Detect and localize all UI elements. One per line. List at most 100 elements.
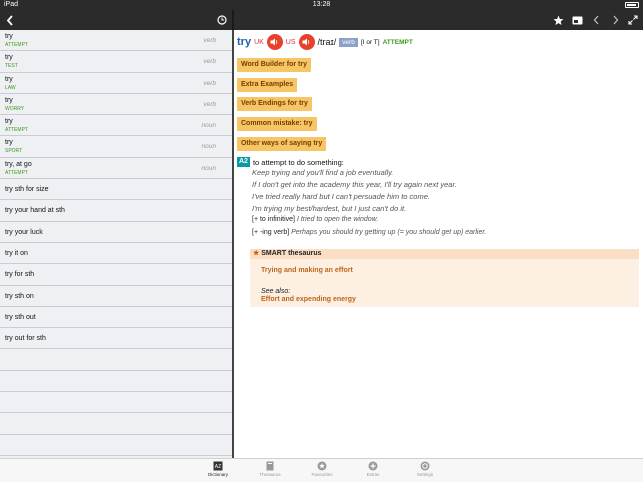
result-row[interactable]: try ATTEMPT noun [0,115,232,137]
result-guideword: SPORT [5,148,23,155]
result-guideword: LAW [5,84,16,91]
us-audio-speaker-icon[interactable] [298,34,315,50]
result-guideword: ATTEMPT [5,169,28,176]
result-word: try, at go [5,160,32,168]
tab-label: Extras [366,472,380,477]
result-row [0,349,232,371]
result-word: try your luck [5,228,43,236]
result-part-of-speech: noun [201,122,216,130]
next-entry-icon[interactable] [607,10,623,30]
battery-icon [625,2,639,8]
grammar-example-text: Perhaps you should try getting up (= you… [291,229,487,236]
word-builder-button[interactable]: Word Builder for try [237,58,311,72]
extra-examples-button[interactable]: Extra Examples [237,78,298,92]
guideword: ATTEMPT [382,38,413,46]
example-3: I've tried really hard but I can't persu… [252,192,430,201]
dictionary-icon: AZ [213,461,223,471]
previous-entry-icon[interactable] [588,10,604,30]
tab-settings[interactable]: Settings [409,461,441,477]
tab-label: Favourites [311,472,333,477]
common-mistake-button[interactable]: Common mistake: try [237,117,317,131]
result-part-of-speech: noun [201,164,216,172]
result-guideword: TEST [5,63,18,70]
example-2: If I don't get into the academy this yea… [252,180,457,189]
expand-icon[interactable] [625,10,641,30]
result-row[interactable]: try sth for size [0,179,232,201]
thesaurus-link-effort[interactable]: Effort and expending energy [261,296,356,303]
result-row[interactable]: try WORRY verb [0,94,232,116]
result-part-of-speech: verb [203,58,216,66]
result-word: try sth for size [5,186,49,194]
sense-definition: A2 to attempt to do something: [237,157,344,167]
plus-icon [368,461,378,471]
nav-divider [232,10,234,30]
result-part-of-speech: verb [203,79,216,87]
result-row[interactable]: try TEST verb [0,51,232,73]
uk-audio-speaker-icon[interactable] [266,34,283,50]
tab-dictionary[interactable]: AZ Dictionary [202,461,234,477]
result-word: try [5,118,13,126]
thesaurus-title: SMART thesaurus [261,250,322,257]
result-row[interactable]: try it on [0,243,232,265]
uk-label: UK [254,38,264,46]
result-row[interactable]: try ATTEMPT verb [0,30,232,52]
result-row [0,371,232,393]
back-icon[interactable] [2,10,18,30]
grammar-pattern-label: [+ to infinitive] [252,216,295,223]
tab-bar: AZ Dictionary Thesaurus Favourites Extra… [0,458,643,482]
tab-extras[interactable]: Extras [357,461,389,477]
smart-thesaurus-box: ★ SMART thesaurus Trying and making an e… [250,249,639,307]
result-row [0,413,232,435]
favourites-star-icon [317,461,327,471]
grammar-example-1: [+ to infinitive] I tried to open the wi… [252,216,378,223]
result-row[interactable]: try sth on [0,286,232,307]
history-clock-icon[interactable] [214,10,230,30]
result-row[interactable]: try your luck [0,222,232,243]
thesaurus-icon [265,461,275,471]
example-4: I'm trying my best/hardest, but I just c… [252,204,407,213]
entry-pane: try UK US /traɪ/ verb [I or T] ATTEMPT W… [234,30,643,458]
results-list: try ATTEMPT verb try TEST verb try LAW verb try WO… [0,30,232,458]
tab-favourites[interactable]: Favourites [306,461,338,477]
result-row [0,392,232,414]
thesaurus-header: ★ SMART thesaurus [250,249,639,259]
result-row [0,435,232,456]
us-label: US [285,38,296,46]
status-bar: iPad 13:28 [0,0,643,10]
tab-label: Settings [416,472,434,477]
card-icon[interactable] [569,10,585,30]
result-word: try out for sth [5,335,46,343]
result-part-of-speech: noun [201,143,216,151]
result-row[interactable]: try sth out [0,307,232,329]
result-part-of-speech: verb [203,37,216,44]
grammar-code: [I or T] [360,38,380,46]
see-also-label: See also: [261,288,291,295]
result-row[interactable]: try your hand at sth [0,200,232,222]
verb-endings-button[interactable]: Verb Endings for try [237,97,312,111]
result-word: try [5,54,13,62]
other-ways-button[interactable]: Other ways of saying try [237,137,327,151]
result-word: try [5,75,13,83]
result-row[interactable]: try, at go ATTEMPT noun [0,158,232,180]
definition-text: to attempt to do something: [252,157,344,167]
thesaurus-link-trying[interactable]: Trying and making an effort [261,267,353,274]
grammar-example-2: [+ -ing verb] Perhaps you should try get… [252,229,486,236]
result-row[interactable]: try out for sth [0,328,232,350]
cefr-level-badge: A2 [237,157,250,167]
gear-icon [420,461,430,471]
pronunciation: /traɪ/ [317,37,337,47]
result-row[interactable]: try LAW verb [0,73,232,94]
result-guideword: ATTEMPT [5,42,28,48]
result-row[interactable]: try SPORT noun [0,136,232,158]
tab-label: Dictionary [207,472,228,477]
result-word: try it on [5,249,28,257]
result-part-of-speech: verb [203,100,216,108]
favourite-star-icon[interactable] [550,10,566,30]
result-row[interactable]: try for sth [0,264,232,286]
result-guideword: WORRY [5,105,25,112]
result-word: try [5,96,13,104]
example-1: Keep trying and you'll find a job eventu… [252,168,394,177]
tab-thesaurus[interactable]: Thesaurus [254,461,286,477]
headword: try [237,36,252,48]
result-word: try [5,139,13,147]
